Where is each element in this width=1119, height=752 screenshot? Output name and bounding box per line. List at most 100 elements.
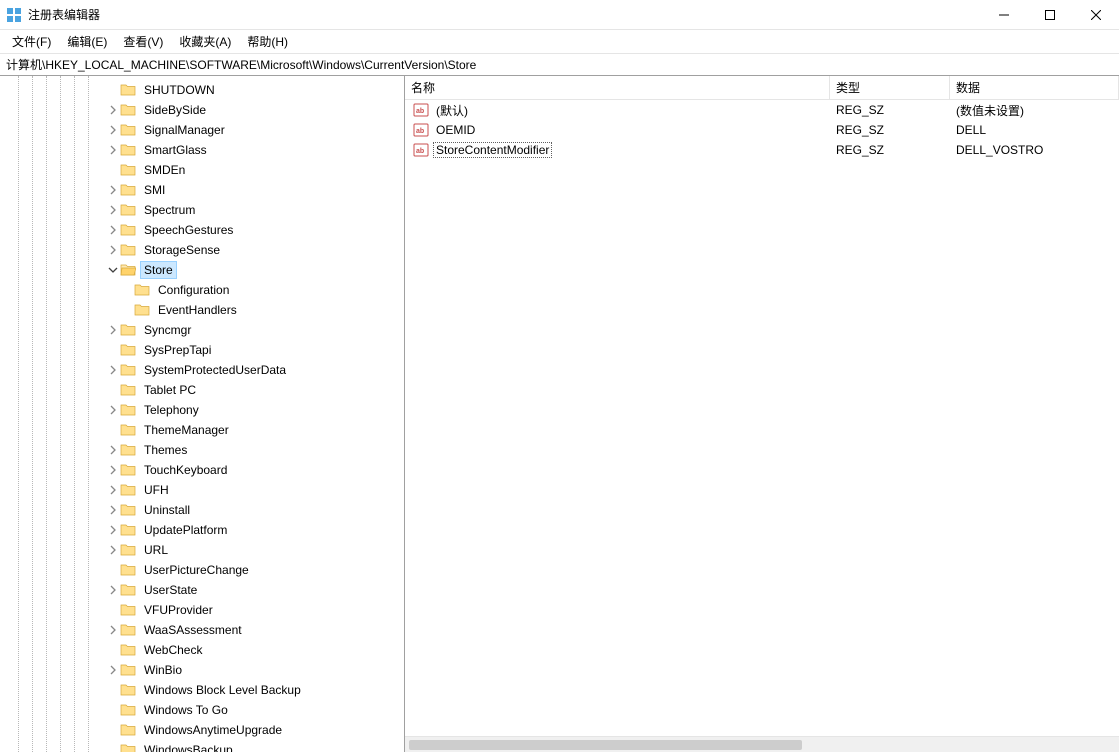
tree-item[interactable]: Windows Block Level Backup xyxy=(0,680,404,700)
tree-item-label: StorageSense xyxy=(140,241,224,259)
regedit-icon xyxy=(6,7,22,23)
chevron-right-icon[interactable] xyxy=(106,225,120,235)
tree-item[interactable]: VFUProvider xyxy=(0,600,404,620)
scrollbar-thumb[interactable] xyxy=(409,740,802,750)
tree-item[interactable]: WindowsBackup xyxy=(0,740,404,752)
value-row[interactable]: OEMIDREG_SZDELL xyxy=(405,120,1119,140)
chevron-right-icon[interactable] xyxy=(106,545,120,555)
column-header-type[interactable]: 类型 xyxy=(830,76,950,99)
tree-item-label: SysPrepTapi xyxy=(140,341,215,359)
chevron-right-icon[interactable] xyxy=(106,205,120,215)
chevron-right-icon[interactable] xyxy=(106,405,120,415)
folder-icon xyxy=(120,322,136,338)
folder-icon xyxy=(120,502,136,518)
chevron-right-icon[interactable] xyxy=(106,105,120,115)
tree-item[interactable]: Uninstall xyxy=(0,500,404,520)
chevron-right-icon[interactable] xyxy=(106,365,120,375)
tree-item-label: WindowsBackup xyxy=(140,741,237,752)
tree-pane[interactable]: SHUTDOWNSideBySideSignalManagerSmartGlas… xyxy=(0,76,405,752)
folder-icon xyxy=(120,582,136,598)
horizontal-scrollbar[interactable] xyxy=(405,736,1119,752)
tree-item-label: UserPictureChange xyxy=(140,561,253,579)
menu-edit[interactable]: 编辑(E) xyxy=(59,31,115,52)
menu-file[interactable]: 文件(F) xyxy=(4,31,59,52)
tree-item[interactable]: Tablet PC xyxy=(0,380,404,400)
tree-item[interactable]: ThemeManager xyxy=(0,420,404,440)
chevron-right-icon[interactable] xyxy=(106,525,120,535)
chevron-right-icon[interactable] xyxy=(106,325,120,335)
tree-item[interactable]: StorageSense xyxy=(0,240,404,260)
string-value-icon xyxy=(413,122,429,138)
chevron-right-icon[interactable] xyxy=(106,445,120,455)
folder-icon xyxy=(120,362,136,378)
column-header-name[interactable]: 名称 xyxy=(405,76,830,99)
menu-help[interactable]: 帮助(H) xyxy=(239,31,296,52)
close-button[interactable] xyxy=(1073,0,1119,29)
value-data: (数值未设置) xyxy=(950,102,1119,119)
chevron-down-icon[interactable] xyxy=(106,265,120,275)
tree-item[interactable]: SideBySide xyxy=(0,100,404,120)
tree-item[interactable]: SpeechGestures xyxy=(0,220,404,240)
tree-item[interactable]: UFH xyxy=(0,480,404,500)
chevron-right-icon[interactable] xyxy=(106,125,120,135)
chevron-right-icon[interactable] xyxy=(106,145,120,155)
tree-item[interactable]: TouchKeyboard xyxy=(0,460,404,480)
menu-view[interactable]: 查看(V) xyxy=(115,31,171,52)
chevron-right-icon[interactable] xyxy=(106,185,120,195)
tree-item[interactable]: UserState xyxy=(0,580,404,600)
chevron-right-icon[interactable] xyxy=(106,505,120,515)
chevron-right-icon[interactable] xyxy=(106,585,120,595)
value-name: (默认) xyxy=(433,101,471,120)
tree-item[interactable]: SystemProtectedUserData xyxy=(0,360,404,380)
chevron-right-icon[interactable] xyxy=(106,625,120,635)
tree-item[interactable]: URL xyxy=(0,540,404,560)
tree-item[interactable]: Spectrum xyxy=(0,200,404,220)
tree-item[interactable]: Configuration xyxy=(0,280,404,300)
chevron-right-icon[interactable] xyxy=(106,485,120,495)
tree-item[interactable]: SignalManager xyxy=(0,120,404,140)
tree-item[interactable]: SMI xyxy=(0,180,404,200)
tree-item-label: UserState xyxy=(140,581,201,599)
tree-item[interactable]: Windows To Go xyxy=(0,700,404,720)
value-name-cell: (默认) xyxy=(405,101,830,120)
chevron-right-icon[interactable] xyxy=(106,465,120,475)
folder-icon xyxy=(120,542,136,558)
tree-item[interactable]: UpdatePlatform xyxy=(0,520,404,540)
tree-item[interactable]: Store xyxy=(0,260,404,280)
maximize-button[interactable] xyxy=(1027,0,1073,29)
folder-icon xyxy=(120,202,136,218)
tree-item[interactable]: SHUTDOWN xyxy=(0,80,404,100)
folder-icon xyxy=(134,282,150,298)
tree-item[interactable]: Themes xyxy=(0,440,404,460)
tree-item-label: Windows Block Level Backup xyxy=(140,681,305,699)
chevron-right-icon[interactable] xyxy=(106,245,120,255)
tree-item[interactable]: WinBio xyxy=(0,660,404,680)
chevron-right-icon[interactable] xyxy=(106,665,120,675)
tree-item[interactable]: SMDEn xyxy=(0,160,404,180)
list-pane[interactable]: 名称 类型 数据 (默认)REG_SZ(数值未设置)OEMIDREG_SZDEL… xyxy=(405,76,1119,752)
tree-item[interactable]: WindowsAnytimeUpgrade xyxy=(0,720,404,740)
tree-item-label: Themes xyxy=(140,441,191,459)
value-row[interactable]: (默认)REG_SZ(数值未设置) xyxy=(405,100,1119,120)
column-header-data[interactable]: 数据 xyxy=(950,76,1119,99)
minimize-button[interactable] xyxy=(981,0,1027,29)
window-controls xyxy=(981,0,1119,29)
folder-icon xyxy=(120,702,136,718)
tree-item[interactable]: Syncmgr xyxy=(0,320,404,340)
tree-item[interactable]: EventHandlers xyxy=(0,300,404,320)
value-name: OEMID xyxy=(433,122,478,138)
folder-icon xyxy=(120,522,136,538)
menu-favorites[interactable]: 收藏夹(A) xyxy=(171,31,239,52)
tree-item[interactable]: SmartGlass xyxy=(0,140,404,160)
address-bar[interactable]: 计算机\HKEY_LOCAL_MACHINE\SOFTWARE\Microsof… xyxy=(0,54,1119,76)
tree-item-label: SignalManager xyxy=(140,121,229,139)
tree-item[interactable]: WaaSAssessment xyxy=(0,620,404,640)
tree-item[interactable]: UserPictureChange xyxy=(0,560,404,580)
tree-item-label: Uninstall xyxy=(140,501,194,519)
tree-item[interactable]: WebCheck xyxy=(0,640,404,660)
tree-item-label: Store xyxy=(140,261,177,279)
value-row[interactable]: StoreContentModifierREG_SZDELL_VOSTRO xyxy=(405,140,1119,160)
tree-item[interactable]: Telephony xyxy=(0,400,404,420)
tree-item-label: Tablet PC xyxy=(140,381,200,399)
tree-item[interactable]: SysPrepTapi xyxy=(0,340,404,360)
